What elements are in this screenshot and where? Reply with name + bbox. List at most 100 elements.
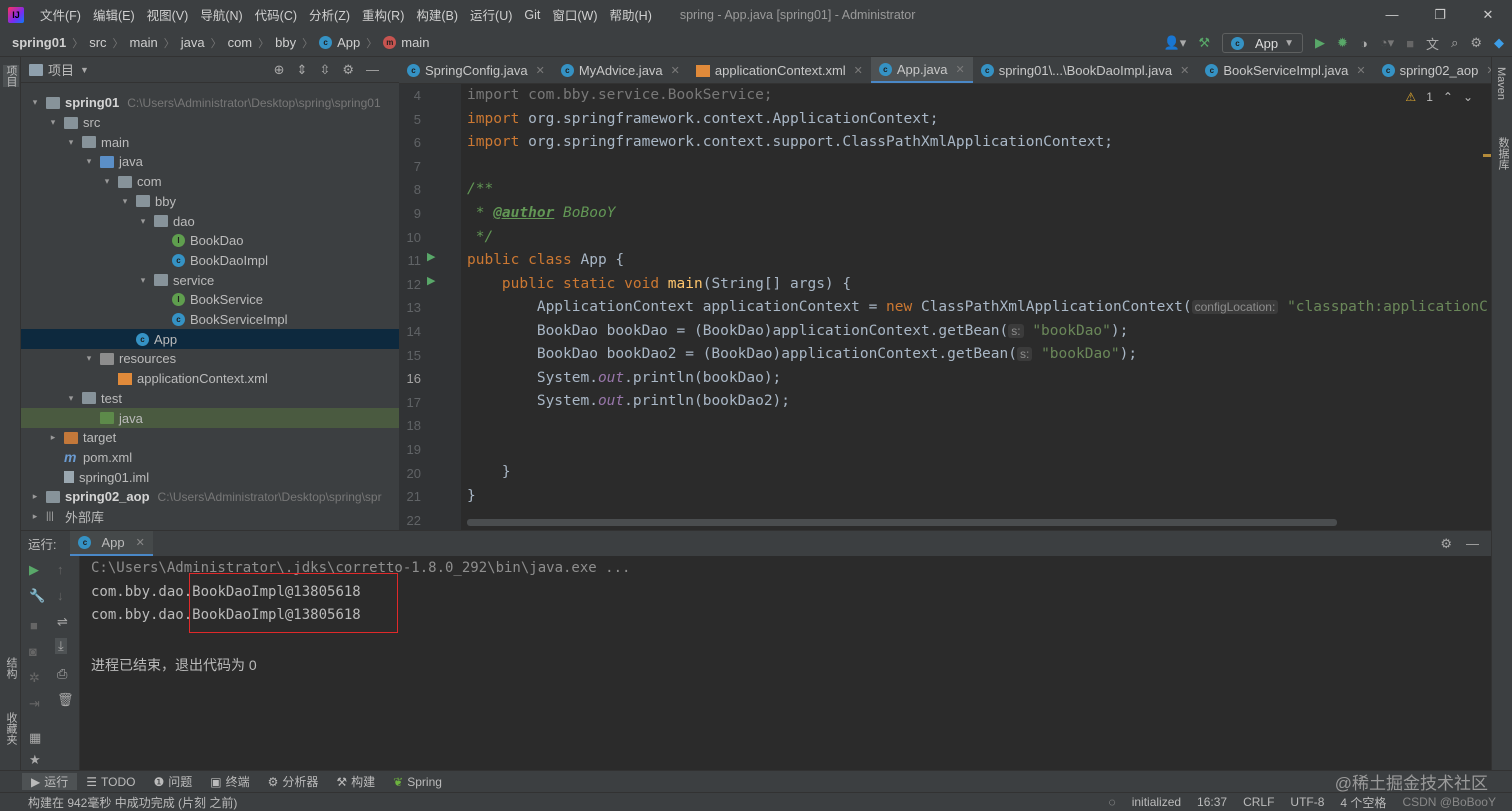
debug-icon[interactable]: ✹ [1337, 35, 1348, 51]
tree-item[interactable]: c App [21, 329, 399, 350]
project-panel-title[interactable]: 项目 [48, 60, 74, 79]
menu-code[interactable]: 代码(C) [249, 5, 303, 24]
collapse-all-icon[interactable]: ⇳ [319, 62, 330, 78]
status-caret-position[interactable]: 16:37 [1197, 795, 1227, 809]
run-icon[interactable]: ▶ [1315, 35, 1325, 51]
tree-item[interactable]: ▾ dao [21, 211, 399, 231]
tree-item[interactable]: ▾ java [21, 152, 399, 172]
hide-icon[interactable]: — [1466, 536, 1479, 552]
editor-tab[interactable]: c MyAdvice.java ✕ [553, 57, 688, 83]
expand-all-icon[interactable]: ⇕ [297, 62, 308, 78]
crumb-com[interactable]: com [228, 35, 253, 50]
menu-git[interactable]: Git [518, 8, 546, 22]
structure-tool-button[interactable]: 结构 [3, 657, 19, 679]
coverage-icon[interactable]: ◑ [1360, 36, 1368, 51]
inspection-widget[interactable]: ⚠ 1 ⌃ ⌄ [1405, 90, 1473, 104]
locate-icon[interactable]: ⊕ [274, 62, 285, 78]
tool-spring-button[interactable]: ❦ Spring [384, 775, 451, 789]
editor-tab[interactable]: c SpringConfig.java ✕ [399, 57, 553, 83]
editor-tab[interactable]: c App.java ✕ [870, 57, 973, 83]
user-icon[interactable]: 👤▾ [1164, 35, 1187, 51]
translate-icon[interactable]: 文 [1426, 34, 1439, 53]
tree-item[interactable]: ▾ main [21, 132, 399, 152]
tool-problems-button[interactable]: ❶ 问题 [144, 773, 201, 790]
tool-todo-button[interactable]: ☰ TODO [77, 775, 144, 789]
close-icon[interactable]: ✕ [854, 64, 863, 77]
editor-tab[interactable]: c BookServiceImpl.java ✕ [1197, 57, 1373, 83]
horizontal-scrollbar[interactable] [467, 519, 1337, 526]
menu-build[interactable]: 构建(B) [410, 5, 464, 24]
exit-icon[interactable]: ⇥ [29, 696, 40, 712]
close-icon[interactable]: ✕ [1356, 64, 1365, 77]
run-gutter-icon[interactable]: ▶ [427, 274, 435, 287]
tree-item[interactable]: I BookDao [21, 231, 399, 251]
tool-build-button[interactable]: ⚒ 构建 [327, 773, 384, 790]
project-tool-button[interactable]: 项目 [3, 65, 19, 87]
tree-item[interactable]: m pom.xml [21, 448, 399, 468]
settings-gear-icon[interactable]: ⚙ [1470, 35, 1482, 51]
rerun-icon[interactable]: ▶ [29, 562, 39, 578]
menu-edit[interactable]: 编辑(E) [87, 5, 141, 24]
status-initialized[interactable]: initialized [1132, 795, 1181, 809]
chevron-down-icon[interactable]: ▾ [101, 176, 113, 187]
tree-item[interactable]: ▾ test [21, 389, 399, 409]
down-arrow-icon[interactable]: ↓ [57, 588, 64, 603]
tree-item[interactable]: java [21, 408, 399, 428]
chevron-right-icon[interactable]: ▸ [29, 511, 41, 522]
crumb-app[interactable]: App [337, 35, 360, 50]
tree-item[interactable]: ▾ com [21, 172, 399, 192]
stop-icon[interactable]: ■ [30, 618, 38, 633]
tree-item[interactable]: spring01.iml [21, 467, 399, 487]
chevron-down-icon[interactable]: ▾ [65, 393, 77, 404]
chevron-down-icon[interactable]: ▾ [65, 137, 77, 148]
search-icon[interactable]: ⌕ [1451, 35, 1458, 51]
editor-tab[interactable]: applicationContext.xml ✕ [688, 57, 871, 83]
tree-item[interactable]: c BookServiceImpl [21, 310, 399, 330]
crumb-main[interactable]: main [130, 35, 158, 50]
chevron-down-icon[interactable]: ▾ [47, 117, 59, 128]
tree-item[interactable]: applicationContext.xml [21, 369, 399, 389]
status-line-separator[interactable]: CRLF [1243, 795, 1274, 809]
crumb-bby[interactable]: bby [275, 35, 296, 50]
database-tool-button[interactable]: 数据库 [1495, 137, 1511, 170]
chevron-right-icon[interactable]: ▸ [47, 432, 59, 443]
run-console[interactable]: ▶ ↑ 🔧 ↓ ■ ⇌ ◙ ⤓ ✲ ⎙ ⇥ 🗑 ▦ ★ C:\Users\Adm… [21, 556, 1491, 770]
close-icon[interactable]: ✕ [136, 536, 145, 549]
menu-help[interactable]: 帮助(H) [604, 5, 658, 24]
layout-icon[interactable]: ▦ [29, 730, 41, 746]
menu-file[interactable]: 文件(F) [34, 5, 87, 24]
chevron-down-icon[interactable]: ▾ [119, 196, 131, 207]
close-icon[interactable]: ✕ [1180, 64, 1189, 77]
menu-view[interactable]: 视图(V) [141, 5, 195, 24]
tree-item[interactable]: I BookService [21, 290, 399, 310]
camera-icon[interactable]: ◙ [29, 644, 37, 659]
tree-item[interactable]: ▾ resources [21, 349, 399, 369]
tree-item[interactable]: ▸ spring02_aop C:\Users\Administrator\Desk… [21, 487, 399, 507]
up-arrow-icon[interactable]: ↑ [57, 562, 64, 577]
tool-terminal-button[interactable]: ▣ 终端 [201, 773, 258, 790]
gear-small-icon[interactable]: ✲ [29, 670, 40, 686]
scroll-to-end-icon[interactable]: ⤓ [55, 638, 67, 654]
maximize-icon[interactable]: ❐ [1416, 0, 1464, 29]
close-icon[interactable]: ✕ [671, 64, 680, 77]
toolbox-icon[interactable]: ◆ [1494, 35, 1504, 51]
run-gutter-icon[interactable]: ▶ [427, 250, 435, 263]
status-encoding[interactable]: UTF-8 [1290, 795, 1324, 809]
build-hammer-icon[interactable]: ⚒ [1198, 35, 1210, 51]
tree-item[interactable]: ▾ src [21, 113, 399, 133]
chevron-down-icon[interactable]: ⌄ [1463, 90, 1473, 104]
settings-gear-icon[interactable]: ⚙ [1440, 536, 1452, 552]
chevron-down-icon[interactable]: ▾ [29, 97, 41, 108]
chevron-down-icon[interactable]: ▼ [80, 65, 89, 75]
crumb-src[interactable]: src [89, 35, 106, 50]
status-indent[interactable]: 4 个空格 [1340, 794, 1386, 811]
status-build-message[interactable]: 构建在 942毫秒 中成功完成 (片刻 之前) [28, 794, 237, 811]
menu-analyze[interactable]: 分析(Z) [303, 5, 356, 24]
tree-item[interactable]: ▾ service [21, 270, 399, 290]
favorites-tool-button[interactable]: 收藏夹 [3, 712, 19, 745]
close-icon[interactable]: ✕ [1464, 0, 1512, 29]
stop-icon[interactable]: ■ [1406, 36, 1414, 51]
chevron-down-icon[interactable]: ▾ [137, 275, 149, 286]
close-icon[interactable]: ✕ [536, 64, 545, 77]
chevron-up-icon[interactable]: ⌃ [1443, 90, 1453, 104]
